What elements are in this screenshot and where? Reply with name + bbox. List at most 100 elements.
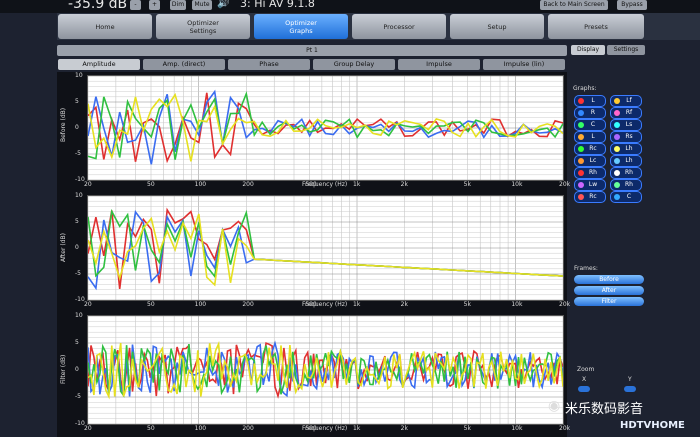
graph-toggle-button[interactable]: Lw: [574, 179, 606, 191]
x-tick-label: 1k: [353, 301, 361, 308]
graph-toggle-button[interactable]: Lc: [574, 155, 606, 167]
bypass-button[interactable]: Bypass: [617, 0, 647, 10]
x-tick-label: 100: [194, 425, 207, 432]
x-tick-label: 50: [147, 181, 155, 188]
graph-toggle-button[interactable]: Lh: [610, 155, 642, 167]
before-ylabel: Before (dB): [60, 107, 67, 142]
graph-toggle-label: C: [626, 193, 632, 200]
x-tick-label: 100: [194, 301, 207, 308]
x-tick-label: 5k: [463, 301, 471, 308]
filter-panel: Filter (dB) 10 5 0 -5 -10 20 50 100 200 500 1k 2k 5k…: [57, 312, 570, 437]
tab-processor[interactable]: Processor: [352, 14, 446, 39]
volume-down-button[interactable]: -: [130, 0, 141, 10]
graph-toggle-button[interactable]: Ls: [610, 119, 642, 131]
graph-toggle-button[interactable]: L: [574, 131, 606, 143]
graph-toggle-button[interactable]: Rh: [610, 167, 642, 179]
after-ylabel: After (dB): [60, 233, 67, 262]
graph-toggle-label: Rc: [589, 193, 597, 200]
channel-color-icon: [614, 146, 620, 152]
graph-toggle-label: Rf: [625, 109, 633, 116]
graph-toggle-label: C: [590, 121, 596, 128]
graph-toggle-button[interactable]: Rh: [610, 179, 642, 191]
y-tick-label: 0: [75, 124, 79, 131]
channel-color-icon: [578, 146, 584, 152]
x-tick-label: 20k: [559, 301, 571, 308]
channel-color-icon: [614, 98, 620, 104]
channel-color-icon: [614, 170, 620, 176]
x-tick-label: 20: [84, 425, 92, 432]
mute-button[interactable]: Mute: [192, 0, 212, 10]
graph-toggle-button[interactable]: Rs: [610, 131, 642, 143]
filter-ylabel: Filter (dB): [60, 354, 67, 384]
channel-color-icon: [578, 194, 584, 200]
tab-presets[interactable]: Presets: [548, 14, 644, 39]
frame-after-button[interactable]: After: [574, 286, 644, 295]
frame-before-button[interactable]: Before: [574, 275, 644, 284]
graph-toggle-button[interactable]: Rf: [610, 107, 642, 119]
subtab-amp-direct[interactable]: Amp. (direct): [143, 59, 225, 70]
graph-toggle-label: Lh: [625, 157, 633, 164]
dim-button[interactable]: Dim: [170, 0, 186, 10]
channel-color-icon: [578, 98, 584, 104]
x-tick-label: 2k: [400, 181, 408, 188]
x-tick-label: 50: [147, 301, 155, 308]
frame-filter-button[interactable]: Filter: [574, 297, 644, 306]
volume-up-button[interactable]: +: [149, 0, 160, 10]
channel-color-icon: [614, 122, 620, 128]
graph-toggle-label: Ls: [625, 121, 633, 128]
graph-toggle-button[interactable]: L: [574, 95, 606, 107]
graphs-label: Graphs:: [573, 85, 597, 92]
subtab-amplitude[interactable]: Amplitude: [58, 59, 140, 70]
graph-toggle-label: Rh: [625, 181, 633, 188]
subtab-impulse-lin[interactable]: Impulse (lin): [483, 59, 565, 70]
graph-toggle-button[interactable]: Rh: [574, 167, 606, 179]
subtab-impulse[interactable]: Impulse: [398, 59, 480, 70]
channel-color-icon: [578, 182, 584, 188]
subtab-group-delay[interactable]: Group Delay: [313, 59, 395, 70]
x-tick-label: 20: [84, 301, 92, 308]
graph-toggle-label: Rc: [589, 145, 597, 152]
channel-color-icon: [614, 194, 620, 200]
graph-toggle-button[interactable]: C: [610, 191, 642, 203]
side-tab-settings[interactable]: Settings: [607, 45, 645, 55]
filter-plot: [87, 315, 564, 425]
channel-color-icon: [578, 122, 584, 128]
channel-color-icon: [578, 134, 584, 140]
tab-home[interactable]: Home: [58, 14, 152, 39]
x-tick-label: 50: [147, 425, 155, 432]
subtab-phase[interactable]: Phase: [228, 59, 310, 70]
x-tick-label: 200: [242, 181, 254, 188]
channel-color-icon: [578, 158, 584, 164]
tab-optimizer-graphs[interactable]: Optimizer Graphs: [254, 14, 348, 39]
zoom-x-label: X: [582, 376, 587, 383]
graph-toggle-button[interactable]: C: [574, 119, 606, 131]
tab-setup[interactable]: Setup: [450, 14, 544, 39]
graph-toggle-label: Rh: [625, 169, 633, 176]
zoom-y-label: Y: [628, 376, 632, 383]
x-axis-label: Frequency (Hz): [302, 181, 348, 188]
x-tick-label: 2k: [400, 301, 408, 308]
graph-toggle-button[interactable]: Rc: [574, 191, 606, 203]
back-to-main-screen-button[interactable]: Back to Main Screen: [540, 0, 608, 10]
x-tick-label: 10k: [511, 425, 523, 432]
graph-toggle-label: Rh: [589, 169, 597, 176]
zoom-x-button[interactable]: [578, 386, 590, 392]
before-plot: [87, 75, 564, 181]
graph-toggle-button[interactable]: R: [574, 107, 606, 119]
graph-toggle-button[interactable]: Lh: [610, 143, 642, 155]
before-svg: [87, 75, 564, 181]
response-curve: [87, 208, 564, 279]
after-panel: After (dB) 10 5 0 -5 -10 20 50 100 200 500 1k 2k 5k 1…: [57, 192, 571, 312]
side-tab-display[interactable]: Display: [571, 45, 605, 55]
zoom-y-button[interactable]: [624, 386, 636, 392]
graph-toggle-button[interactable]: Rc: [574, 143, 606, 155]
x-tick-label: 10k: [511, 301, 523, 308]
wechat-icon: ◉: [548, 398, 561, 414]
point-selector[interactable]: Pt 1: [57, 45, 567, 56]
y-tick-label: 5: [75, 218, 79, 225]
x-tick-label: 2k: [400, 425, 408, 432]
x-tick-label: 200: [242, 301, 254, 308]
graph-toggle-button[interactable]: Lf: [610, 95, 642, 107]
tab-optimizer-settings[interactable]: Optimizer Settings: [156, 14, 250, 39]
before-panel: Before (dB) 10 5 0 -5 -10 20 50 100 200 500 1k 2k 5k…: [57, 72, 570, 192]
